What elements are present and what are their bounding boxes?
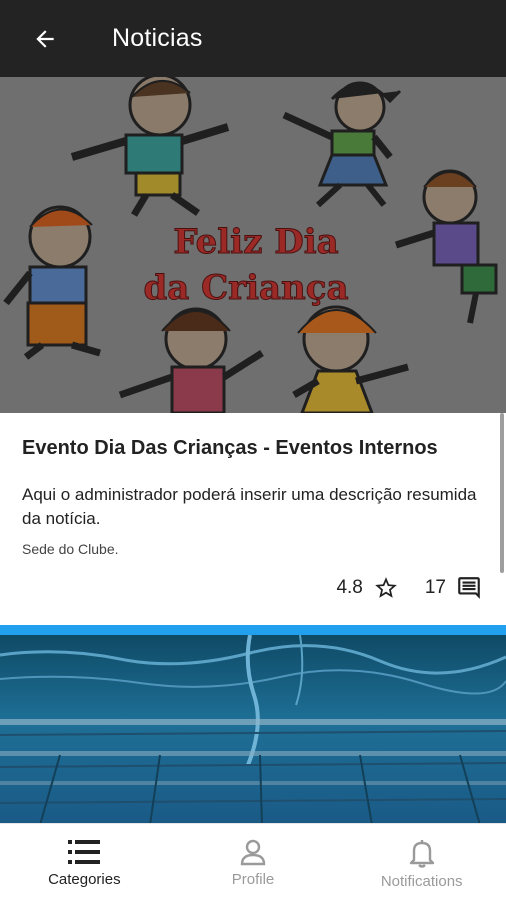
star-outline-icon [375,577,397,598]
news-card[interactable]: Evento Dia Das Crianças - Eventos Intern… [0,413,506,625]
bottom-navigation: Categories Profile Notifications [0,823,506,901]
list-icon [68,840,101,864]
news-list[interactable]: Feliz Dia da Criança Evento Dia Das Cria… [0,77,506,823]
card-separator [0,625,506,635]
news-stats: 4.8 17 [336,573,482,603]
bell-icon [409,840,434,868]
children-illustration: Feliz Dia da Criança [0,77,506,413]
nav-profile[interactable]: Profile [169,824,338,901]
news-location: Sede do Clube. [22,541,119,557]
back-button[interactable] [24,18,66,60]
comments-count: 17 [424,577,446,598]
rating-value: 4.8 [336,577,363,598]
nav-categories[interactable]: Categories [0,824,169,901]
page-title: Noticias [112,24,203,52]
nav-notifications[interactable]: Notifications [337,824,506,901]
scrollbar[interactable] [500,413,504,573]
comments-button[interactable]: 17 [425,575,482,601]
arrow-back-icon [36,30,54,48]
news-card-image-2[interactable] [0,635,506,823]
news-description: Aqui o administrador poderá inserir uma … [22,485,477,528]
news-title: Evento Dia Das Crianças - Eventos Intern… [22,437,438,459]
image-text-line-2: da Criança [143,268,348,308]
person-icon [240,839,266,866]
app-bar: Noticias [0,0,506,77]
nav-profile-label: Profile [231,871,275,888]
comment-icon [458,577,480,599]
nav-notifications-label: Notifications [380,873,463,890]
swimming-pool-photo [0,635,506,823]
image-text-line-1: Feliz Dia [173,222,338,262]
nav-categories-label: Categories [48,871,121,888]
news-card-image[interactable]: Feliz Dia da Criança [0,77,506,413]
rating-button[interactable]: 4.8 [336,575,398,601]
